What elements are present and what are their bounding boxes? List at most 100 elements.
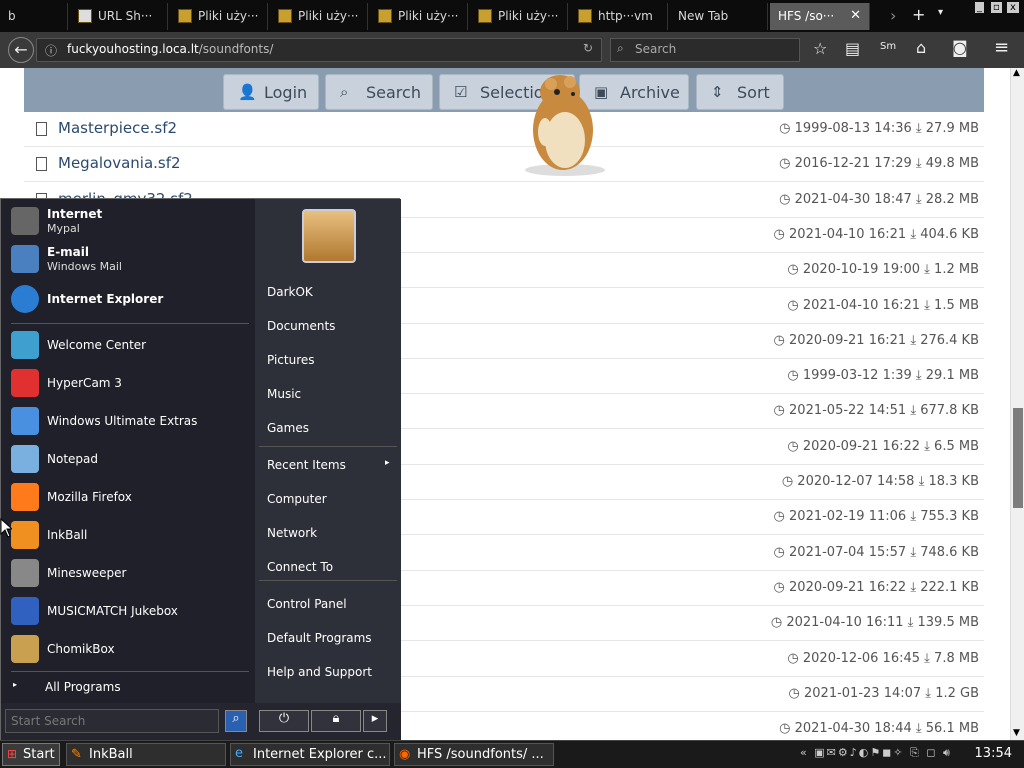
chevron-right-icon[interactable]: › — [890, 6, 896, 25]
file-name-link[interactable]: Masterpiece.sf2 — [58, 119, 177, 137]
close-tab-icon[interactable]: ✕ — [850, 8, 861, 23]
file-meta: ◷ 2020-09-21 16:22 ⤓ 222.1 KB — [774, 580, 979, 595]
browser-tab[interactable]: http···vm — [570, 3, 668, 30]
place-item[interactable]: Games — [267, 421, 309, 435]
welcome-center-icon — [11, 331, 39, 359]
search-placeholder: Search — [635, 42, 677, 56]
all-programs-button[interactable]: ▸ All Programs — [7, 673, 251, 699]
sort-button[interactable]: ⇕ Sort — [696, 74, 784, 110]
program-item[interactable]: ChomikBox — [7, 631, 251, 667]
back-arrow-icon[interactable]: ← — [8, 37, 34, 63]
system-tray[interactable]: « ▣✉⚙♪◐⚑◼✧ ⎘ ◻ 🔊︎ — [800, 746, 970, 762]
program-label: ChomikBox — [47, 642, 115, 656]
place-item[interactable]: DarkOK — [267, 285, 313, 299]
browser-tab[interactable]: Pliki uży··· — [470, 3, 568, 30]
reload-icon[interactable]: ↻ — [583, 41, 593, 55]
browser-tab[interactable]: New Tab — [670, 3, 768, 30]
page-scrollbar[interactable]: ▲ ▼ — [1010, 68, 1024, 740]
reading-list-icon[interactable]: ▤ — [845, 39, 860, 58]
restore-icon[interactable]: ▫ — [991, 2, 1002, 13]
program-item[interactable]: Mozilla Firefox — [7, 479, 251, 515]
program-item[interactable]: HyperCam 3 — [7, 365, 251, 401]
place-item[interactable]: Control Panel — [267, 597, 347, 611]
browser-tab[interactable]: Pliki uży··· — [270, 3, 368, 30]
browser-tab[interactable]: URL Sh··· — [70, 3, 168, 30]
clock-icon: ◷ — [779, 191, 795, 207]
download-icon: ⤓ — [911, 156, 926, 172]
file-size: 139.5 MB — [917, 615, 979, 631]
file-date: 2021-04-10 16:11 — [786, 615, 904, 631]
lock-icon[interactable]: 🔒︎ — [311, 710, 361, 732]
download-icon: ⤓ — [906, 332, 921, 348]
sm-addon-icon[interactable]: Sm — [880, 41, 896, 52]
place-item[interactable]: Music — [267, 387, 301, 401]
shutdown-options-arrow-icon[interactable]: ▸ — [363, 710, 387, 732]
download-icon: ⤓ — [906, 403, 921, 419]
clock-icon: ◷ — [770, 615, 787, 631]
divider — [259, 580, 397, 581]
file-size: 6.5 MB — [934, 438, 979, 454]
task-internet-explorer[interactable]: e Internet Explorer c... — [230, 743, 390, 766]
chevron-down-icon[interactable]: ▾ — [938, 7, 943, 18]
program-item[interactable]: MUSICMATCH Jukebox — [7, 593, 251, 629]
url-bar[interactable]: ⓘ fuckyouhosting.loca.lt/soundfonts/ ↻ — [36, 38, 602, 62]
tab-label: HFS /so··· — [778, 9, 835, 23]
start-search-input[interactable]: Start Search — [5, 709, 219, 733]
download-icon: ⤓ — [920, 650, 935, 666]
file-icon — [36, 157, 47, 172]
program-item[interactable]: Notepad — [7, 441, 251, 477]
place-item[interactable]: Network — [267, 526, 317, 540]
program-item[interactable]: Windows Ultimate Extras — [7, 403, 251, 439]
search-button[interactable]: ⌕ Search — [325, 74, 433, 110]
scroll-down-icon[interactable]: ▼ — [1013, 728, 1020, 738]
pinned-internet-explorer[interactable]: Internet Explorer — [7, 281, 251, 317]
pinned-email[interactable]: E-mail Windows Mail — [7, 241, 251, 277]
program-label: Welcome Center — [47, 338, 147, 352]
place-item[interactable]: Default Programs — [267, 631, 372, 645]
place-item[interactable]: Computer — [267, 492, 327, 506]
browser-tab[interactable]: b — [0, 3, 68, 30]
place-item[interactable]: Recent Items — [267, 458, 346, 472]
login-button[interactable]: 👤 Login — [223, 74, 319, 110]
place-item[interactable]: Pictures — [267, 353, 315, 367]
search-icon[interactable]: ⌕ — [225, 710, 247, 732]
menu-icon[interactable]: ≡ — [994, 37, 1009, 58]
scroll-thumb[interactable] — [1013, 408, 1023, 508]
place-item[interactable]: Documents — [267, 319, 335, 333]
file-date: 2016-12-21 17:29 — [794, 156, 912, 172]
file-size: 222.1 KB — [920, 579, 979, 595]
place-item[interactable]: Connect To — [267, 560, 333, 574]
pinned-internet[interactable]: Internet Mypal — [7, 203, 251, 239]
minimize-icon[interactable]: _ — [975, 2, 984, 13]
pocket-icon[interactable]: ◙ — [952, 38, 968, 57]
start-button[interactable]: ⊞ Start — [2, 743, 60, 766]
program-item[interactable]: InkBall — [7, 517, 251, 553]
download-icon: ⤓ — [911, 121, 926, 136]
clock-icon: ◷ — [787, 650, 803, 666]
clock[interactable]: 13:54 — [975, 746, 1012, 761]
close-window-icon[interactable]: x — [1007, 2, 1019, 13]
bookmark-star-icon[interactable]: ☆ — [813, 39, 827, 58]
home-icon[interactable]: ⌂ — [916, 38, 926, 57]
info-icon[interactable]: ⓘ — [45, 42, 57, 59]
program-item[interactable]: Minesweeper — [7, 555, 251, 591]
program-item[interactable]: Welcome Center — [7, 327, 251, 363]
clock-icon: ◷ — [773, 332, 790, 348]
place-item[interactable]: Help and Support — [267, 665, 372, 679]
browser-tab[interactable]: Pliki uży··· — [170, 3, 268, 30]
task-hfs[interactable]: ◉ HFS /soundfonts/ ... — [394, 743, 554, 766]
task-inkball[interactable]: ✎ InkBall — [66, 743, 226, 766]
power-icon[interactable]: ⏻ — [259, 710, 309, 732]
file-name-link[interactable]: Megalovania.sf2 — [58, 154, 181, 172]
browser-tab-active[interactable]: HFS /so··· ✕ — [770, 3, 870, 30]
file-row[interactable]: Megalovania.sf2 ◷ 2016-12-21 17:29 ⤓ 49.8… — [24, 147, 984, 183]
file-row[interactable]: Masterpiece.sf2 ◷ 1999-08-13 14:36 ⤓ 27.9… — [24, 112, 984, 147]
task-label: Internet Explorer c... — [253, 747, 387, 762]
mouse-cursor-icon — [0, 518, 12, 538]
file-date: 2021-04-10 16:21 — [789, 226, 907, 242]
new-tab-icon[interactable]: + — [912, 5, 925, 24]
search-input[interactable]: ⌕ Search — [610, 38, 800, 62]
browser-tab[interactable]: Pliki uży··· — [370, 3, 468, 30]
scroll-up-icon[interactable]: ▲ — [1013, 68, 1020, 78]
user-avatar[interactable] — [302, 209, 356, 263]
